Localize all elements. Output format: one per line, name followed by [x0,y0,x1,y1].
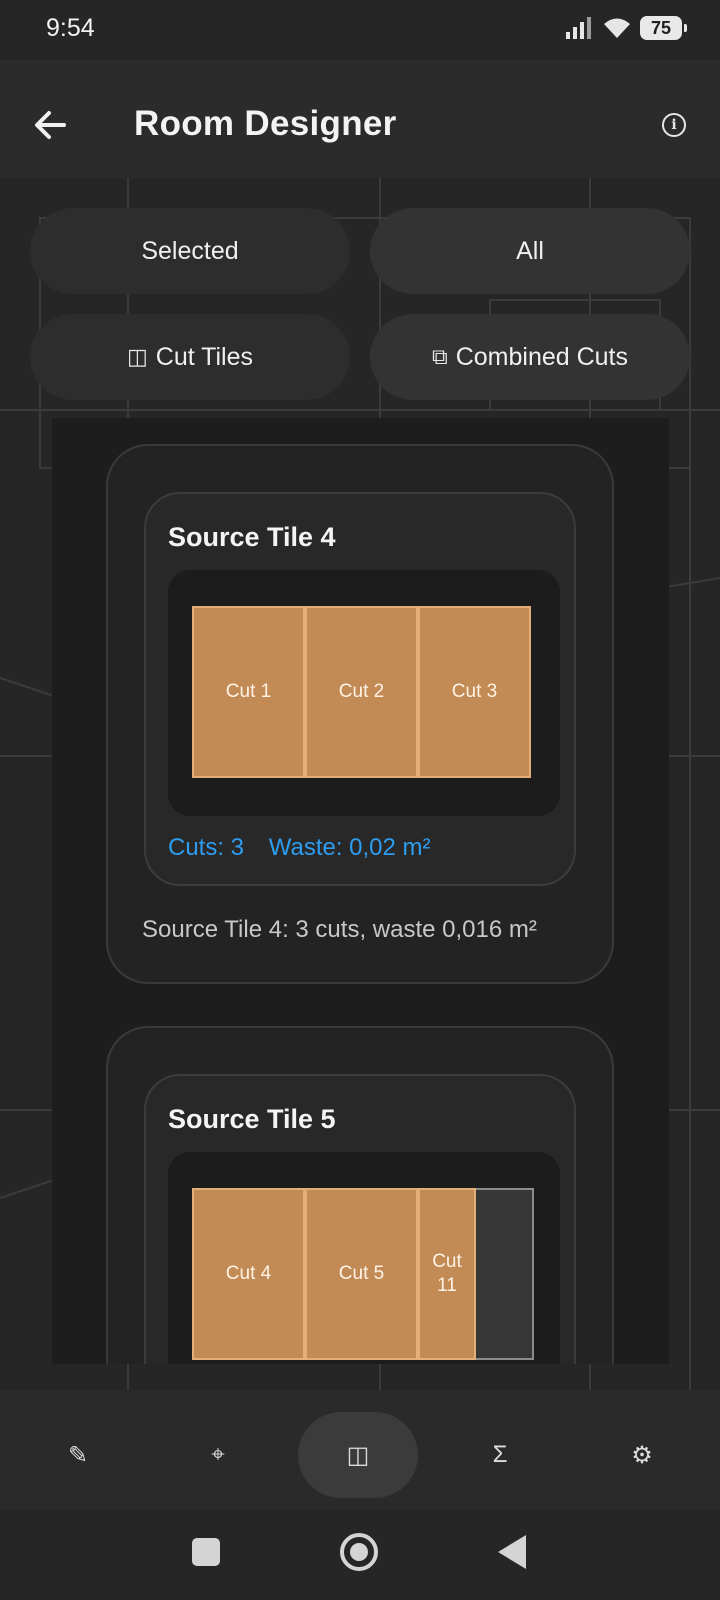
cut-tiles-icon: ◫ [126,344,148,369]
cut-tiles-list[interactable]: Source Tile 4 Cut 1 Cut 2 Cut 3 Cuts: 3 Wa… [52,418,669,1364]
combined-cuts-icon: ⧉ [431,344,448,369]
combined-cuts-label: Combined Cuts [455,342,629,371]
source-tile-card: Source Tile 5 Cut 4 Cut 5 Cut 11 [106,1026,614,1364]
bottom-navigation: ✎ ⌖ ◫ Σ ⚙ [0,1390,720,1510]
tile-cut[interactable]: Cut 1 [192,606,305,778]
back-button[interactable] [498,1535,526,1569]
selected-toggle-label: Selected [141,236,239,265]
battery-icon: 75 [640,16,687,40]
source-tile-title: Source Tile 4 [168,522,336,552]
settings-nav-button[interactable]: ⚙ [582,1412,702,1498]
crosshair-nav-button[interactable]: ⌖ [158,1412,278,1498]
app-bar: Room Designer i [0,60,720,178]
system-navigation [0,1510,720,1600]
tile-summary: Source Tile 4: 3 cuts, waste 0,016 m² [142,916,537,943]
source-tile-card: Source Tile 4 Cut 1 Cut 2 Cut 3 Cuts: 3 Wa… [106,444,614,984]
tile-cut[interactable]: Cut 11 [418,1188,476,1360]
selected-toggle-button[interactable]: Selected [30,208,350,294]
crosshair-icon: ⌖ [211,1441,225,1468]
tile-stats: Cuts: 3 Waste: 0,02 m² [168,834,449,862]
cut-tiles-nav-button[interactable]: ◫ [298,1412,418,1498]
status-icons: 75 [564,16,687,40]
cut-tiles-tab[interactable]: ◫ Cut Tiles [30,314,350,400]
source-tile-detail: Source Tile 4 Cut 1 Cut 2 Cut 3 Cuts: 3 Wa… [144,492,576,886]
status-time: 9:54 [46,14,95,42]
tile-preview: Cut 1 Cut 2 Cut 3 [168,570,560,816]
cut-tiles-label: Cut Tiles [155,342,254,371]
home-button[interactable] [340,1533,378,1571]
tile-preview: Cut 4 Cut 5 Cut 11 [168,1152,560,1364]
tile-cut[interactable]: Cut 4 [192,1188,305,1360]
settings-icon: ⚙ [631,1441,653,1469]
sum-icon: Σ [492,1441,508,1468]
recents-button[interactable] [192,1538,220,1566]
info-icon[interactable]: i [662,113,686,137]
cut-tiles-nav-icon: ◫ [346,1441,370,1469]
tile-cut[interactable]: Cut 2 [305,606,418,778]
tile-cut[interactable]: Cut 5 [305,1188,418,1360]
pencil-icon: ✎ [67,1441,89,1469]
status-bar: 9:54 75 [0,0,720,60]
combined-cuts-tab[interactable]: ⧉ Combined Cuts [370,314,690,400]
tile-cut[interactable]: Cut 3 [418,606,531,778]
all-toggle-button[interactable]: All [370,208,690,294]
waste-region [476,1188,534,1360]
waste-amount: Waste: 0,02 m² [268,834,431,861]
pencil-nav-button[interactable]: ✎ [18,1412,138,1498]
all-toggle-label: All [516,236,544,265]
tile-cut-layout: Cut 4 Cut 5 Cut 11 [192,1188,534,1360]
tile-cut-layout: Cut 1 Cut 2 Cut 3 [192,606,534,778]
page-title: Room Designer [134,104,397,143]
source-tile-title: Source Tile 5 [168,1104,336,1134]
source-tile-detail: Source Tile 5 Cut 4 Cut 5 Cut 11 [144,1074,576,1364]
arrow-left-icon[interactable] [28,102,74,148]
cuts-count: Cuts: 3 [168,834,245,861]
sum-nav-button[interactable]: Σ [440,1412,560,1498]
signal-icon [566,17,591,39]
wifi-icon [604,18,630,38]
